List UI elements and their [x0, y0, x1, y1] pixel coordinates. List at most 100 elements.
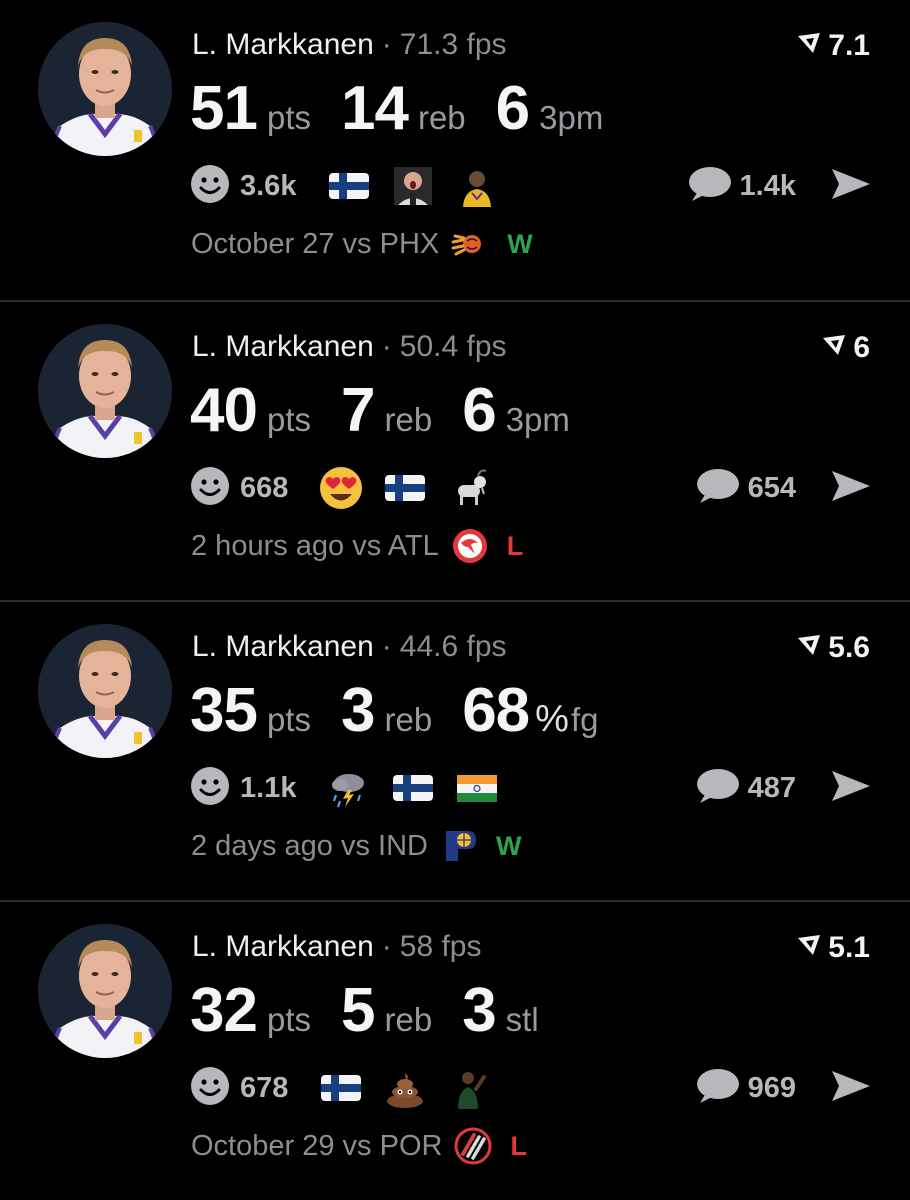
finland-flag-icon[interactable] — [318, 1065, 364, 1111]
post-actions: 1.4k — [688, 163, 872, 209]
stat-3pm: 6 3pm — [462, 376, 570, 446]
stat-reb: 7 reb — [341, 376, 432, 446]
rating-icon — [796, 930, 822, 966]
goat-icon[interactable] — [446, 465, 492, 511]
india-flag-icon[interactable] — [454, 765, 500, 811]
stat-value: 68 — [462, 676, 530, 745]
rating-value: 6 — [853, 331, 870, 364]
pacers-logo-icon — [440, 827, 478, 865]
rating-icon — [796, 630, 822, 666]
smiley-icon[interactable] — [190, 766, 230, 811]
stat-value: 40 — [190, 376, 258, 445]
stat-unit: 3pm — [505, 401, 570, 438]
stat-unit: 3pm — [539, 99, 604, 136]
heart-eyes-icon[interactable] — [318, 465, 364, 511]
player-avatar[interactable] — [38, 324, 172, 458]
reaction-emojis — [318, 1065, 510, 1111]
post-card[interactable]: L. Markkanen · 44.6 fps 5.6 35 pts 3 reb 68% fg… — [0, 600, 910, 900]
stat-3pm: 6 3pm — [496, 74, 604, 144]
stat-value: 6 — [462, 376, 496, 445]
stat-value: 14 — [341, 74, 409, 143]
player-avatar[interactable] — [38, 624, 172, 758]
rating-value: 5.1 — [828, 931, 870, 964]
reaction-bar: 3.6k — [190, 163, 518, 209]
post-card[interactable]: L. Markkanen · 58 fps 5.1 32 pts 5 reb 3 stl 67… — [0, 900, 910, 1200]
rating-value: 5.6 — [828, 631, 870, 664]
stat-value: 7 — [341, 376, 375, 445]
share-icon[interactable] — [830, 768, 872, 809]
player-name[interactable]: L. Markkanen — [192, 330, 374, 363]
smiley-icon[interactable] — [190, 466, 230, 511]
announcer-sticker-icon[interactable] — [390, 163, 436, 209]
game-result: L — [510, 1130, 527, 1161]
stat-line: 35 pts 3 reb 68% fg — [190, 676, 628, 746]
finland-flag-icon[interactable] — [326, 163, 372, 209]
post-card[interactable]: L. Markkanen · 50.4 fps 6 40 pts 7 reb 6 3pm 66… — [0, 300, 910, 600]
comment-count[interactable]: 487 — [748, 772, 796, 805]
stat-line: 32 pts 5 reb 3 stl — [190, 976, 569, 1046]
rating-icon — [821, 330, 847, 366]
comment-icon[interactable] — [696, 767, 740, 810]
reaction-count[interactable]: 668 — [240, 472, 288, 505]
stat-unit: pts — [266, 1001, 311, 1038]
stat-value: 3 — [341, 676, 375, 745]
stat-pts: 32 pts — [190, 976, 311, 1046]
reaction-count[interactable]: 678 — [240, 1072, 288, 1105]
stat-unit: pts — [266, 401, 311, 438]
stat-unit: reb — [417, 99, 466, 136]
stat-value: 51 — [190, 74, 258, 143]
reaction-bar: 668 — [190, 465, 510, 511]
stat-value: 6 — [495, 74, 530, 143]
stat-stl: 3 stl — [462, 976, 538, 1046]
comment-count[interactable]: 969 — [748, 1072, 796, 1105]
stat-value: 35 — [190, 676, 258, 745]
stat-unit: reb — [384, 1001, 433, 1038]
share-icon[interactable] — [830, 1068, 872, 1109]
lebron-sticker-icon[interactable] — [454, 163, 500, 209]
thunderstorm-icon[interactable] — [326, 765, 372, 811]
comment-icon[interactable] — [696, 467, 740, 510]
post-card[interactable]: L. Markkanen · 71.3 fps 7.1 51 pts 14 reb 6 3pm… — [0, 0, 910, 300]
smiley-icon[interactable] — [190, 1066, 230, 1111]
share-icon[interactable] — [830, 468, 872, 509]
reaction-count[interactable]: 1.1k — [240, 772, 296, 805]
game-result: W — [507, 228, 533, 259]
stat-unit: fg — [570, 701, 599, 738]
player-name[interactable]: L. Markkanen — [192, 630, 374, 663]
poop-icon[interactable] — [382, 1065, 428, 1111]
player-avatar[interactable] — [38, 22, 172, 156]
reaction-emojis — [326, 163, 518, 209]
finland-flag-icon[interactable] — [390, 765, 436, 811]
opponent[interactable]: vs PHX — [343, 228, 440, 261]
share-icon[interactable] — [830, 166, 872, 207]
comment-count[interactable]: 1.4k — [740, 170, 796, 203]
stat-percent-sign: % — [535, 698, 569, 740]
smiley-icon[interactable] — [190, 164, 230, 209]
reaction-count[interactable]: 3.6k — [240, 170, 296, 203]
player-sticker-icon[interactable] — [446, 1065, 492, 1111]
stat-pts: 40 pts — [190, 376, 311, 446]
post-actions: 654 — [696, 465, 872, 511]
separator-dot: · — [381, 630, 392, 663]
rating-score: 7.1 — [796, 28, 870, 64]
post-header: L. Markkanen · 44.6 fps — [192, 628, 507, 666]
rating-value: 7.1 — [828, 29, 870, 62]
opponent[interactable]: vs POR — [343, 1130, 443, 1163]
opponent[interactable]: vs IND — [341, 830, 428, 863]
fantasy-points: 71.3 fps — [399, 28, 507, 61]
player-name[interactable]: L. Markkanen — [192, 930, 374, 963]
post-header: L. Markkanen · 50.4 fps — [192, 328, 507, 366]
player-name[interactable]: L. Markkanen — [192, 28, 374, 61]
hawks-logo-icon — [451, 527, 489, 565]
stat-reb: 5 reb — [341, 976, 432, 1046]
stat-value: 32 — [190, 976, 258, 1045]
stat-pts: 35 pts — [190, 676, 311, 746]
reaction-bar: 1.1k — [190, 765, 518, 811]
comment-icon[interactable] — [688, 165, 732, 208]
player-avatar[interactable] — [38, 924, 172, 1058]
opponent[interactable]: vs ATL — [352, 530, 439, 563]
finland-flag-icon[interactable] — [382, 465, 428, 511]
comment-icon[interactable] — [696, 1067, 740, 1110]
comment-count[interactable]: 654 — [748, 472, 796, 505]
stat-value: 3 — [462, 976, 496, 1045]
